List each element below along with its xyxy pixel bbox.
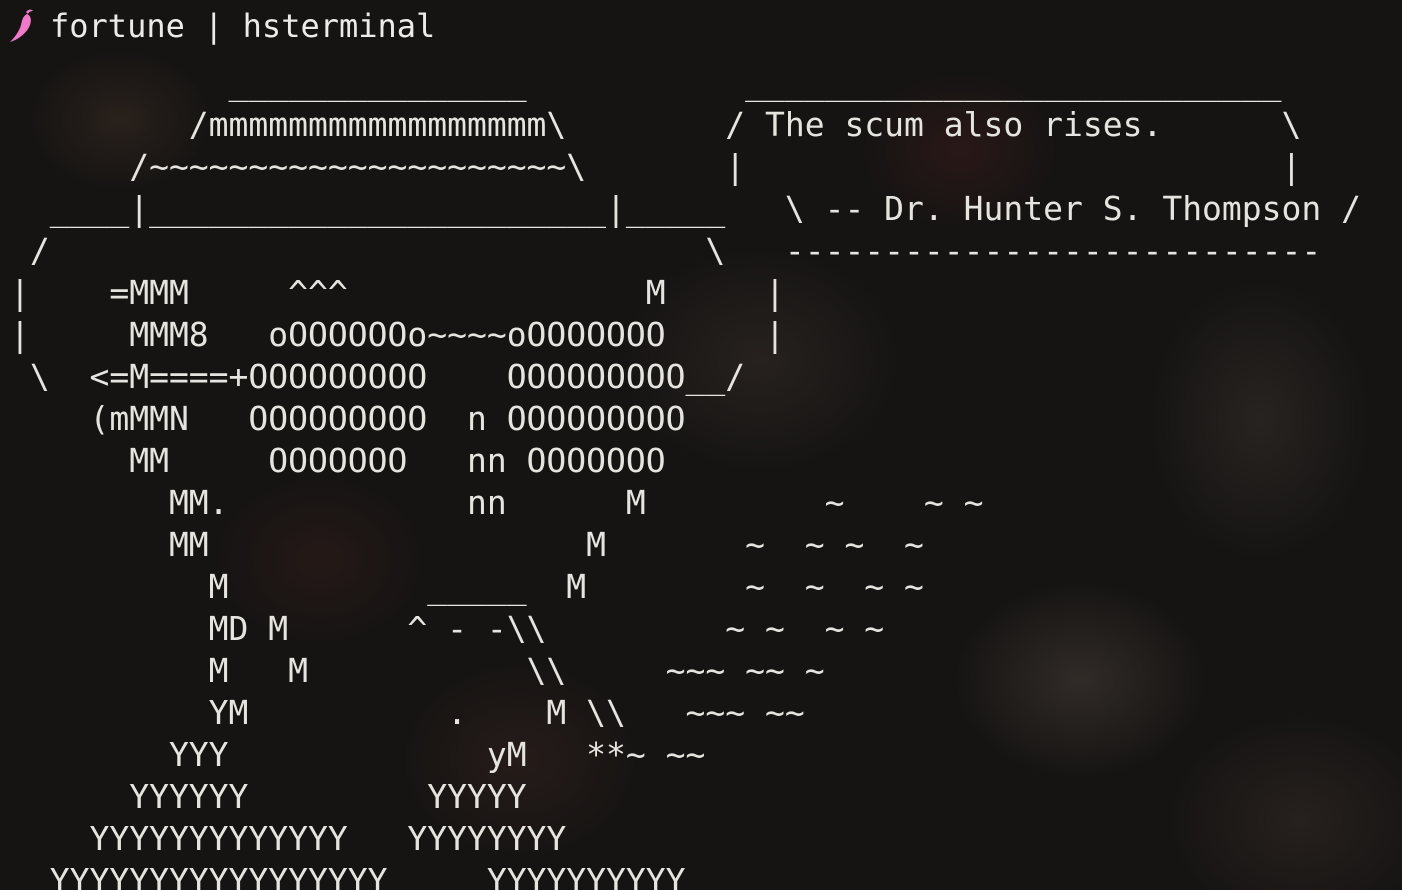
output-line: YYY yM **~ ~~ xyxy=(10,735,706,774)
output-line: (mMMN OOOOOOOOO n OOOOOOOOO xyxy=(10,399,686,438)
output-line: YYYYYYYYYYYYYYYYY YYYYYYYYYY xyxy=(10,861,686,890)
output-line: M _____ M ~ ~ ~ ~ xyxy=(10,567,924,606)
output-line: / \ --------------------------- xyxy=(10,231,1322,270)
output-line: /mmmmmmmmmmmmmmmmm\ / The scum also rise… xyxy=(10,105,1302,144)
output-line: YYYYYYYYYYYYY YYYYYYYY xyxy=(10,819,567,858)
output-line: \ <=M====+OOOOOOOOO OOOOOOOOO__/ xyxy=(10,357,746,396)
pepper-icon xyxy=(10,9,33,42)
output-line: MD M ^ - -\\ ~ ~ ~ ~ xyxy=(10,609,885,648)
output-line: | =MMM ^^^ M | xyxy=(10,273,785,312)
output-line: ____|_______________________|_____ \ -- … xyxy=(10,189,1362,228)
output-line: /~~~~~~~~~~~~~~~~~~~~~\ | | xyxy=(10,147,1302,186)
output-line: MM OOOOOOO nn OOOOOOO xyxy=(10,441,666,480)
output-line: _______________ ________________________… xyxy=(10,63,1282,102)
output-line: YM . M \\ ~~~ ~~ xyxy=(10,693,805,732)
window-title: fortune | hsterminal xyxy=(50,7,436,45)
output-line: MM. nn M ~ ~ ~ xyxy=(10,483,984,522)
terminal-title-bar: fortune | hsterminal xyxy=(8,6,435,46)
output-line: MM M ~ ~ ~ ~ xyxy=(10,525,924,564)
output-line: | MMM8 oOOOOOOo~~~~oOOOOOOO | xyxy=(10,315,785,354)
output-line: YYYYYY YYYYY xyxy=(10,777,527,816)
fortune-output: _______________ ________________________… xyxy=(10,62,1361,890)
output-line: M M \\ ~~~ ~~ ~ xyxy=(10,651,825,690)
